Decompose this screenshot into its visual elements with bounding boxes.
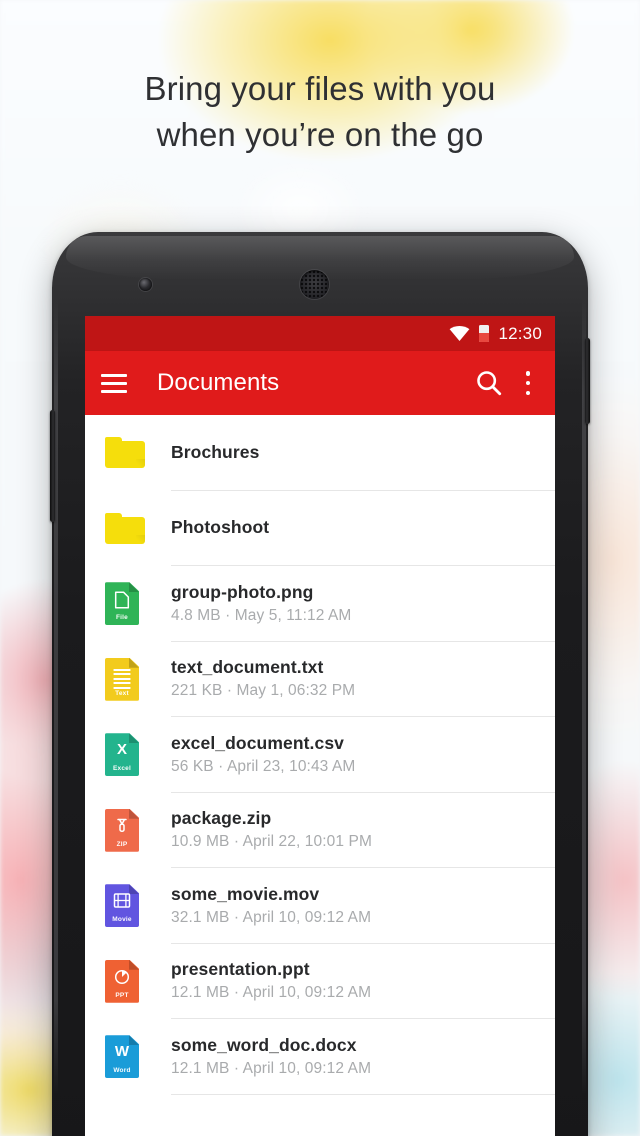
file-text-cell: some_word_doc.docx 12.1 MB · April 10, 09… (171, 1019, 555, 1095)
file-name: package.zip (171, 808, 272, 829)
file-row[interactable]: W Word some_word_doc.docx 12.1 MB · April 1… (85, 1019, 555, 1095)
file-text-cell: text_document.txt 221 KB · May 1, 06:32 P… (171, 642, 555, 717)
file-icon-cell: PPT (101, 959, 171, 1003)
file-row[interactable]: ZIP package.zip 10.9 MB · April 22, 10:01 … (85, 793, 555, 868)
file-text-cell: some_movie.mov 32.1 MB · April 10, 09:12 … (171, 868, 555, 944)
file-text-cell: Photoshoot (171, 491, 555, 566)
file-row[interactable]: Movie some_movie.mov 32.1 MB · April 10, 0… (85, 868, 555, 944)
file-text-cell: Brochures (171, 415, 555, 491)
file-text-cell: presentation.ppt 12.1 MB · April 10, 09:1… (171, 944, 555, 1019)
file-document-icon: File (105, 582, 139, 626)
file-icon-cell: File (101, 582, 171, 626)
file-icon-label: Word (113, 1067, 131, 1075)
battery-icon (479, 325, 490, 342)
file-icon-label: Text (115, 689, 129, 697)
earpiece-speaker-icon (300, 270, 329, 299)
file-icon-cell: ZIP (101, 808, 171, 852)
wifi-icon (449, 326, 470, 341)
overflow-menu-button[interactable] (517, 370, 539, 396)
file-meta: 12.1 MB · April 10, 09:12 AM (171, 1059, 372, 1077)
file-meta: 56 KB · April 23, 10:43 AM (171, 757, 356, 775)
phone-mockup: 12:30 Documents Brochures Photoshoot Fil… (50, 232, 590, 1136)
file-name: text_document.txt (171, 657, 324, 678)
file-meta: 10.9 MB · April 22, 10:01 PM (171, 833, 372, 851)
file-name: excel_document.csv (171, 732, 344, 753)
file-icon-cell: Text (101, 657, 171, 701)
volume-rocker-button[interactable] (50, 410, 55, 522)
file-icon-cell: Movie (101, 884, 171, 928)
folder-icon (105, 437, 145, 469)
file-meta: 221 KB · May 1, 06:32 PM (171, 682, 356, 700)
search-icon (477, 371, 502, 396)
power-button[interactable] (585, 338, 590, 424)
text-file-icon: Text (105, 657, 139, 701)
phone-screen: 12:30 Documents Brochures Photoshoot Fil… (85, 316, 555, 1136)
file-name: Brochures (171, 441, 260, 462)
movie-file-icon: Movie (105, 884, 139, 928)
file-name: some_movie.mov (171, 883, 320, 904)
file-icon-cell (101, 437, 171, 469)
file-name: group-photo.png (171, 581, 314, 602)
file-icon-cell: X Excel (101, 733, 171, 777)
file-row[interactable]: Text text_document.txt 221 KB · May 1, 06:… (85, 642, 555, 717)
file-text-cell: excel_document.csv 56 KB · April 23, 10:4… (171, 717, 555, 793)
powerpoint-file-icon: PPT (105, 959, 139, 1003)
status-bar: 12:30 (85, 316, 555, 351)
file-meta: 12.1 MB · April 10, 09:12 AM (171, 984, 372, 1002)
file-row[interactable]: X Excel excel_document.csv 56 KB · April 23… (85, 717, 555, 793)
word-file-icon: W Word (105, 1035, 139, 1079)
hamburger-menu-icon[interactable] (101, 373, 127, 393)
front-camera-icon (139, 278, 152, 291)
file-icon-cell (101, 512, 171, 544)
file-row[interactable]: PPT presentation.ppt 12.1 MB · April 10, 0… (85, 944, 555, 1019)
folder-row[interactable]: Brochures (85, 415, 555, 491)
folder-row[interactable]: Photoshoot (85, 491, 555, 566)
app-bar: Documents (85, 351, 555, 415)
overflow-menu-icon (517, 370, 539, 396)
file-text-cell: package.zip 10.9 MB · April 22, 10:01 PM (171, 793, 555, 868)
file-meta: 4.8 MB · May 5, 11:12 AM (171, 606, 352, 624)
file-name: Photoshoot (171, 517, 270, 538)
file-row[interactable]: File group-photo.png 4.8 MB · May 5, 11:12… (85, 566, 555, 642)
promo-screenshot: Bring your files with you when you’re on… (0, 0, 640, 1136)
status-bar-clock: 12:30 (498, 323, 542, 343)
search-button[interactable] (475, 369, 517, 397)
file-icon-label: ZIP (116, 840, 128, 848)
page-title: Bring your files with you when you’re on… (144, 70, 496, 153)
file-icon-label: PPT (115, 991, 129, 999)
file-icon-label: Movie (112, 916, 132, 924)
app-bar-title: Documents (157, 369, 280, 396)
file-list: Brochures Photoshoot File group-photo.png 4.… (85, 415, 555, 1136)
file-icon-cell: W Word (101, 1035, 171, 1079)
file-name: presentation.ppt (171, 959, 310, 980)
excel-file-icon: X Excel (105, 733, 139, 777)
zip-file-icon: ZIP (105, 808, 139, 852)
file-icon-label: Excel (113, 765, 131, 773)
file-text-cell: group-photo.png 4.8 MB · May 5, 11:12 AM (171, 566, 555, 642)
folder-icon (105, 512, 145, 544)
file-meta: 32.1 MB · April 10, 09:12 AM (171, 908, 372, 926)
file-icon-label: File (116, 614, 128, 622)
file-name: some_word_doc.docx (171, 1034, 357, 1055)
